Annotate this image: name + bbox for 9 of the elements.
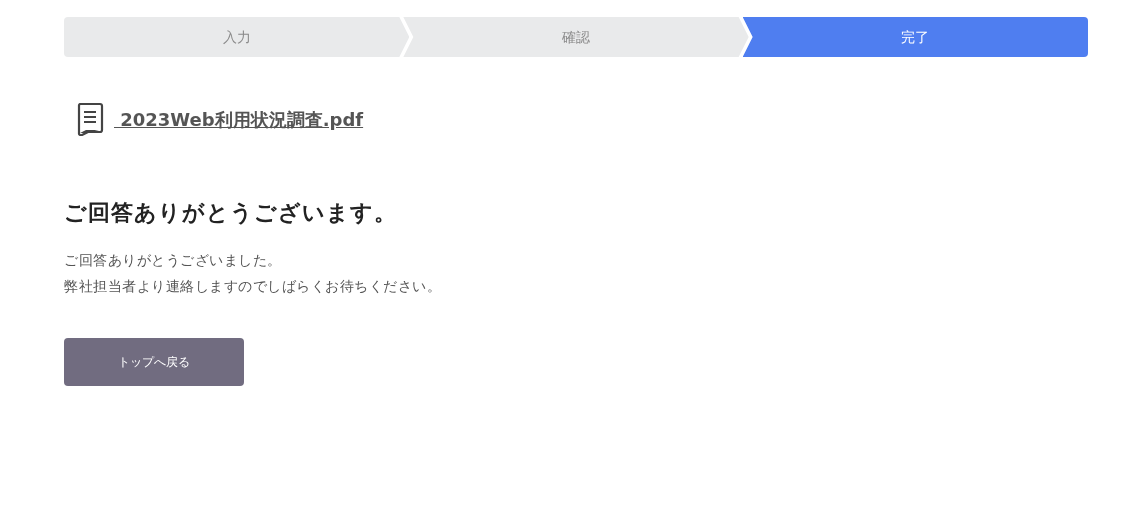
step-indicator: 入力 xyxy=(64,17,410,57)
step-indicator: 完了 xyxy=(742,17,1088,57)
pdf-download-link[interactable]: 2023Web利用状況調査.pdf xyxy=(114,105,364,133)
step-indicator: 確認 xyxy=(403,17,749,57)
document-icon xyxy=(76,102,104,136)
thank-you-heading: ご回答ありがとうございます。 xyxy=(64,199,398,227)
message-line: ご回答ありがとうございました。 xyxy=(64,251,283,270)
back-to-top-button[interactable]: トップへ戻る xyxy=(64,338,244,386)
message-line: 弊社担当者より連絡しますのでしばらくお待ちください。 xyxy=(64,277,442,296)
